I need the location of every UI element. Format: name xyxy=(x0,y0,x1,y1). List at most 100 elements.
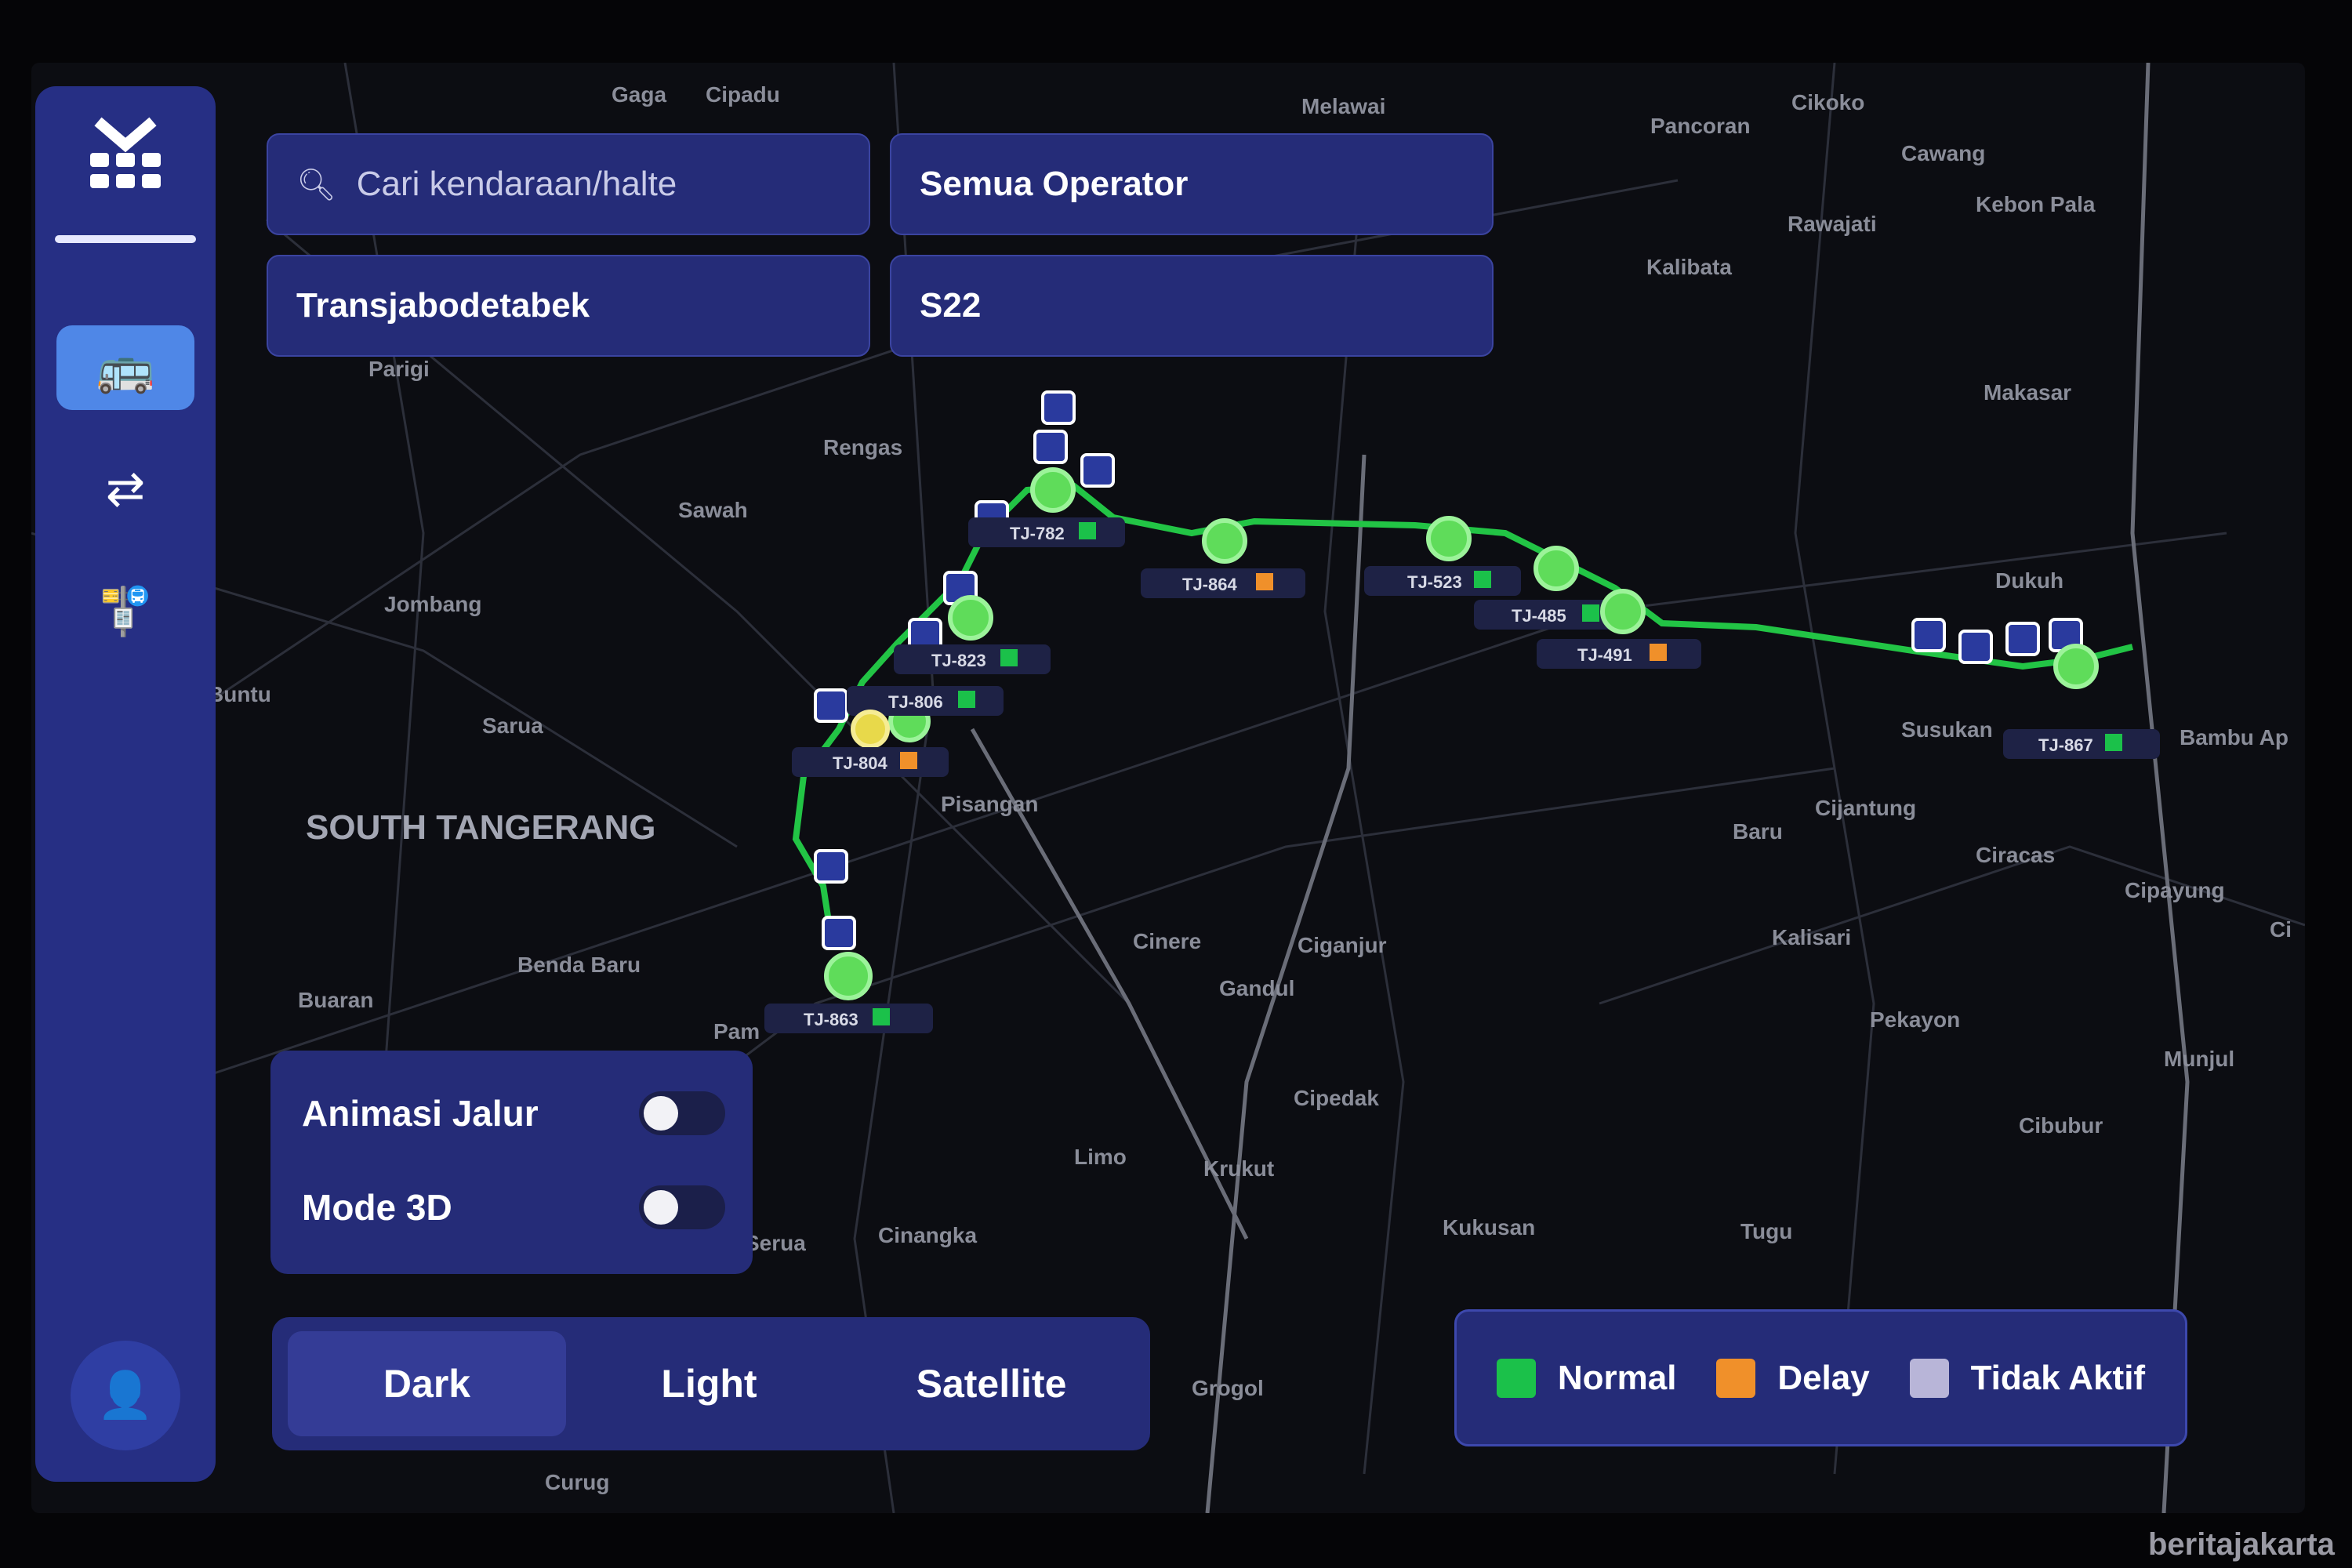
app-logo xyxy=(78,110,172,204)
place-label: Rawajati xyxy=(1788,212,1877,236)
watermark: beritajakarta xyxy=(2148,1527,2335,1562)
bus-marker[interactable]: TJ-864 xyxy=(1141,518,1305,598)
operator-value: Semua Operator xyxy=(920,165,1189,203)
halte-icon[interactable] xyxy=(1080,453,1115,488)
mode-3d-row: Mode 3D xyxy=(302,1176,725,1239)
legend-delay: Delay xyxy=(1716,1358,1870,1398)
place-label: Susukan xyxy=(1901,717,1993,742)
halte-icon[interactable] xyxy=(814,849,848,884)
legend-normal: Normal xyxy=(1496,1358,1677,1398)
place-label: Cikoko xyxy=(1791,90,1864,114)
legend-swatch-normal xyxy=(1496,1358,1536,1398)
halte-icon[interactable] xyxy=(1041,390,1076,425)
place-label: Pam xyxy=(713,1019,760,1044)
place-label: Pisangan xyxy=(941,792,1038,816)
status-legend: Normal Delay Tidak Aktif xyxy=(1454,1309,2187,1446)
company-select[interactable]: Transjabodetabek xyxy=(267,255,870,357)
legend-label: Tidak Aktif xyxy=(1970,1358,2146,1397)
place-label: Jombang xyxy=(384,592,481,616)
legend-swatch-delay xyxy=(1716,1358,1756,1398)
bus-id-label: TJ-867 xyxy=(2038,735,2093,755)
animasi-jalur-row: Animasi Jalur xyxy=(302,1082,725,1145)
map-options-panel: Animasi Jalur Mode 3D xyxy=(270,1051,753,1274)
style-light-button[interactable]: Light xyxy=(570,1331,848,1436)
logo-divider xyxy=(55,235,196,243)
place-label: Buaran xyxy=(298,988,373,1012)
bus-id-label: TJ-804 xyxy=(833,753,887,773)
logo-icon xyxy=(90,117,161,188)
place-label: Kalibata xyxy=(1646,255,1732,279)
profile-button[interactable]: 👤 xyxy=(71,1341,180,1450)
legend-swatch-tidak-aktif xyxy=(1909,1358,1949,1398)
bus-marker[interactable]: TJ-863 xyxy=(764,952,933,1033)
route-select[interactable]: S22 xyxy=(890,255,1494,357)
halte-icon[interactable] xyxy=(1911,618,1946,652)
stop-icon: 🚏 xyxy=(96,584,155,637)
app-screen: Gaga Cipadu Melawai Pancoran Cikoko Cawa… xyxy=(31,63,2305,1513)
transfer-icon: ⇄ xyxy=(105,463,146,515)
bus-id-label: TJ-823 xyxy=(931,651,986,670)
bus-id-label: TJ-806 xyxy=(888,692,943,712)
bus-id-label: TJ-491 xyxy=(1577,645,1632,665)
place-label: Limo xyxy=(1074,1145,1127,1169)
place-label: Gaga xyxy=(612,82,666,107)
legend-label: Delay xyxy=(1777,1358,1870,1397)
route-value: S22 xyxy=(920,286,982,325)
place-label: Kukusan xyxy=(1443,1215,1535,1240)
bus-icon: 🚌 xyxy=(96,341,155,394)
halte-icon[interactable] xyxy=(2005,622,2040,656)
place-label: Krukut xyxy=(1203,1156,1274,1181)
place-label: Cinere xyxy=(1133,929,1201,953)
place-label: Buntu xyxy=(208,682,271,706)
bus-id-label: TJ-864 xyxy=(1182,575,1237,594)
search-icon: 🔍︎ xyxy=(296,167,336,202)
animasi-jalur-label: Animasi Jalur xyxy=(302,1093,539,1134)
search-input[interactable]: 🔍︎ Cari kendaraan/halte xyxy=(267,133,870,235)
place-label: Grogol xyxy=(1192,1376,1264,1400)
place-label: Pekayon xyxy=(1870,1007,1960,1032)
place-label: Tugu xyxy=(1740,1219,1792,1243)
place-label: Ciganjur xyxy=(1298,933,1387,957)
halte-icon[interactable] xyxy=(814,688,848,723)
legend-label: Normal xyxy=(1557,1358,1677,1397)
place-label: Dukuh xyxy=(1995,568,2063,593)
place-label: Sarua xyxy=(482,713,543,738)
company-value: Transjabodetabek xyxy=(296,286,590,325)
place-label: Cipadu xyxy=(706,82,780,107)
operator-select[interactable]: Semua Operator xyxy=(890,133,1494,235)
place-label: Munjul xyxy=(2164,1047,2234,1071)
style-satellite-button[interactable]: Satellite xyxy=(852,1331,1131,1436)
halte-icon[interactable] xyxy=(1033,430,1068,464)
nav-bus-button[interactable]: 🚌 xyxy=(56,325,194,410)
place-label: Kebon Pala xyxy=(1976,192,2096,216)
legend-tidak-aktif: Tidak Aktif xyxy=(1909,1358,2146,1398)
search-placeholder: Cari kendaraan/halte xyxy=(356,165,677,203)
place-label: Serua xyxy=(745,1231,806,1255)
place-label: Cawang xyxy=(1901,141,1985,165)
style-dark-button[interactable]: Dark xyxy=(288,1331,566,1436)
place-label: Rengas xyxy=(823,435,902,459)
place-label: Pancoran xyxy=(1650,114,1751,138)
nav-transfer-button[interactable]: ⇄ xyxy=(56,447,194,532)
place-label: Curug xyxy=(545,1470,609,1494)
halte-icon[interactable] xyxy=(1958,630,1993,664)
region-label: SOUTH TANGERANG xyxy=(306,808,656,847)
animasi-jalur-toggle[interactable] xyxy=(639,1091,725,1135)
place-label: Sawah xyxy=(678,498,748,522)
place-label: Gandul xyxy=(1219,976,1294,1000)
mode-3d-toggle[interactable] xyxy=(639,1185,725,1229)
toggle-knob xyxy=(644,1190,678,1225)
user-icon: 👤 xyxy=(96,1370,154,1421)
nav-stop-button[interactable]: 🚏 xyxy=(56,568,194,653)
place-label: Cibubur xyxy=(2019,1113,2103,1138)
place-label: Cipedak xyxy=(1294,1086,1379,1110)
place-label: Ci xyxy=(2270,917,2292,942)
place-label: Benda Baru xyxy=(517,953,641,977)
place-label: Cijantung xyxy=(1815,796,1916,820)
place-label: Melawai xyxy=(1301,94,1385,118)
bus-id-label: TJ-863 xyxy=(804,1010,858,1029)
halte-icon[interactable] xyxy=(822,916,856,950)
bus-id-label: TJ-523 xyxy=(1407,572,1462,592)
bus-id-label: TJ-485 xyxy=(1512,606,1566,626)
bus-id-label: TJ-782 xyxy=(1010,524,1065,543)
